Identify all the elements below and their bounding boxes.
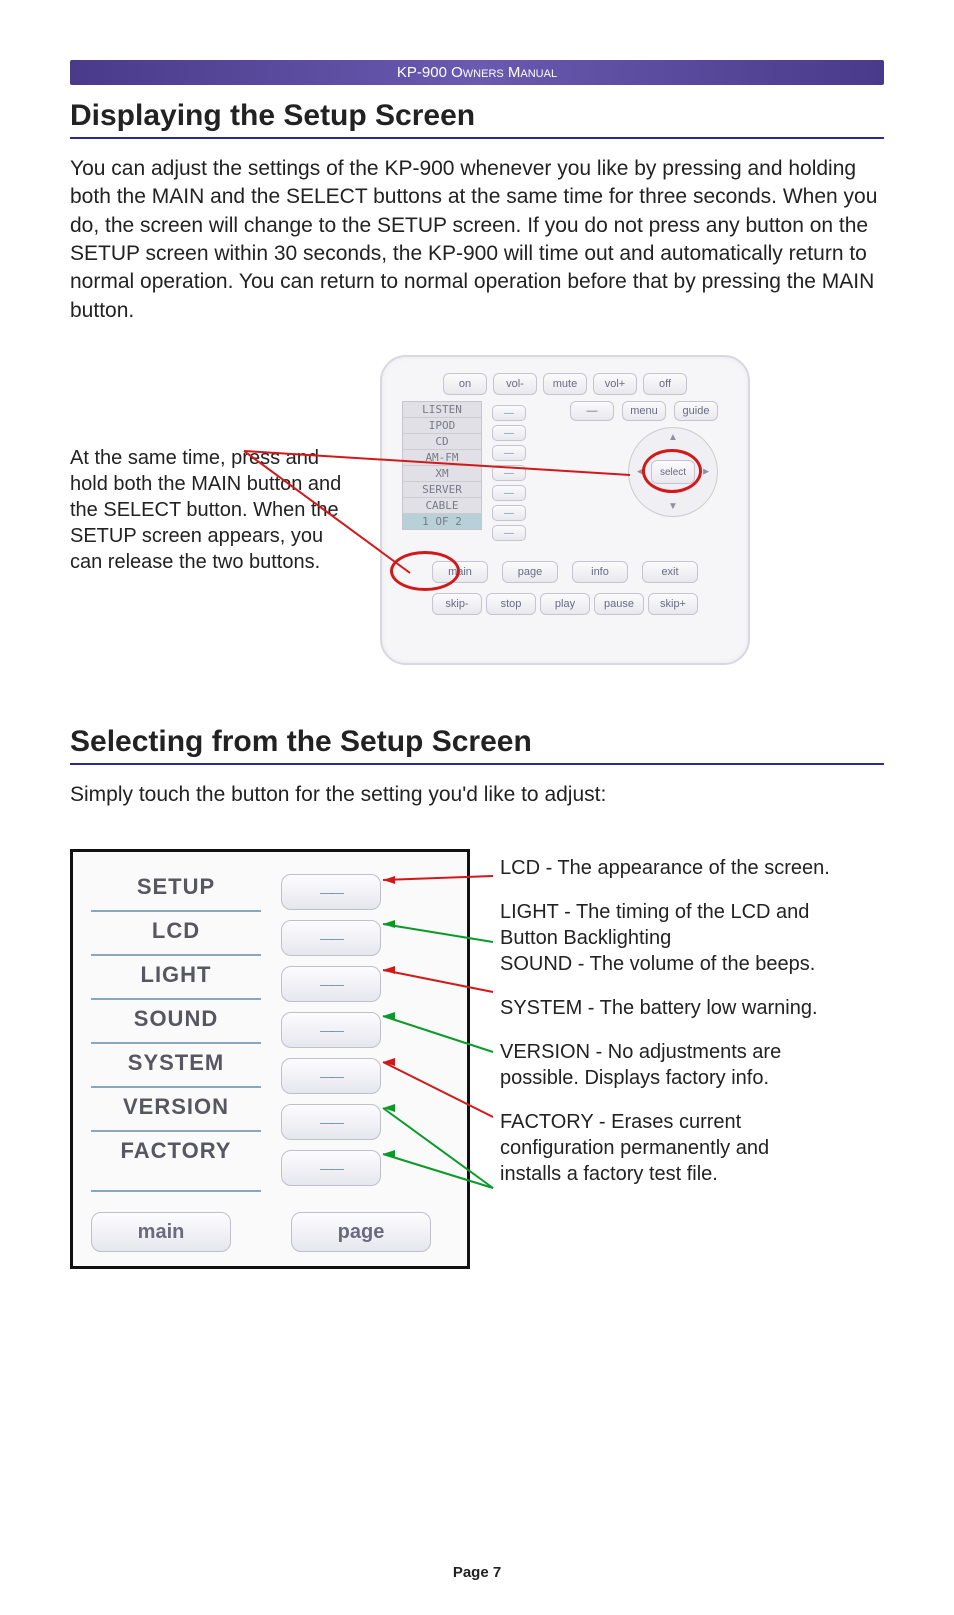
figure1-caption: At the same time, press and hold both th… (70, 445, 360, 575)
pause-button[interactable]: pause (594, 593, 644, 615)
setup-btn-5[interactable] (281, 1058, 381, 1094)
setup-btn-1[interactable] (281, 874, 381, 910)
stop-button[interactable]: stop (486, 593, 536, 615)
menu-button[interactable]: menu (622, 401, 666, 421)
skip-minus-button[interactable]: skip- (432, 593, 482, 615)
src-btn-1[interactable] (492, 405, 526, 421)
info-button[interactable]: info (572, 561, 628, 583)
mid-row: main page info exit (396, 561, 734, 583)
arrow-up-icon[interactable]: ▲ (668, 432, 678, 443)
src-btn-7[interactable] (492, 525, 526, 541)
dash-top[interactable]: — (570, 401, 614, 421)
desc-sound: SOUND - The volume of the beeps. (500, 951, 830, 977)
label-sound: SOUND (91, 998, 261, 1038)
keypad-device: on vol- mute vol+ off LISTEN IPOD CD AM-… (380, 355, 750, 665)
setup-button-column (281, 868, 401, 1192)
src-btn-2[interactable] (492, 425, 526, 441)
setup-main-button[interactable]: main (91, 1212, 231, 1252)
setup-btn-4[interactable] (281, 1012, 381, 1048)
src-btn-6[interactable] (492, 505, 526, 521)
source-cable: CABLE (403, 498, 481, 514)
skip-plus-button[interactable]: skip+ (648, 593, 698, 615)
src-btn-5[interactable] (492, 485, 526, 501)
source-amfm: AM-FM (403, 450, 481, 466)
arrow-left-icon[interactable]: ◄ (635, 467, 645, 478)
manual-header: KP-900 Owners Manual (70, 60, 884, 85)
manual-title: KP-900 Owners Manual (397, 64, 557, 81)
section1-heading: Displaying the Setup Screen (70, 99, 884, 139)
source-server: SERVER (403, 482, 481, 498)
label-system: SYSTEM (91, 1042, 261, 1082)
source-select-column (492, 405, 526, 541)
source-list: LISTEN IPOD CD AM-FM XM SERVER CABLE 1 O… (402, 401, 482, 530)
page-number: Page 7 (0, 1564, 954, 1581)
vol-plus-button[interactable]: vol+ (593, 373, 637, 395)
desc-light: LIGHT - The timing of the LCD and Button… (500, 899, 830, 951)
label-setup: SETUP (91, 868, 261, 906)
source-listen: LISTEN (403, 402, 481, 418)
desc-lcd: LCD - The appearance of the screen. (500, 855, 830, 881)
setup-descriptions: LCD - The appearance of the screen. LIGH… (500, 849, 830, 1269)
on-button[interactable]: on (443, 373, 487, 395)
mute-button[interactable]: mute (543, 373, 587, 395)
src-btn-4[interactable] (492, 465, 526, 481)
arrow-down-icon[interactable]: ▼ (668, 501, 678, 512)
source-xm: XM (403, 466, 481, 482)
label-lcd: LCD (91, 910, 261, 950)
desc-factory: FACTORY - Erases current configuration p… (500, 1109, 830, 1187)
top-row: on vol- mute vol+ off (396, 373, 734, 395)
setup-btn-3[interactable] (281, 966, 381, 1002)
setup-label-column: SETUP LCD LIGHT SOUND SYSTEM VERSION FAC… (91, 868, 261, 1192)
source-page-indicator: 1 OF 2 (403, 514, 481, 529)
vol-minus-button[interactable]: vol- (493, 373, 537, 395)
desc-system: SYSTEM - The battery low warning. (500, 995, 830, 1021)
page-button[interactable]: page (502, 561, 558, 583)
play-button[interactable]: play (540, 593, 590, 615)
setup-screen: SETUP LCD LIGHT SOUND SYSTEM VERSION FAC… (70, 849, 470, 1269)
exit-button[interactable]: exit (642, 561, 698, 583)
label-version: VERSION (91, 1086, 261, 1126)
section2-body: Simply touch the button for the setting … (70, 781, 884, 809)
src-btn-3[interactable] (492, 445, 526, 461)
label-light: LIGHT (91, 954, 261, 994)
section2-heading: Selecting from the Setup Screen (70, 725, 884, 765)
arrow-right-icon[interactable]: ► (701, 467, 711, 478)
setup-btn-6[interactable] (281, 1104, 381, 1140)
source-ipod: IPOD (403, 418, 481, 434)
section1-body: You can adjust the settings of the KP-90… (70, 155, 884, 325)
main-button[interactable]: main (432, 561, 488, 583)
off-button[interactable]: off (643, 373, 687, 395)
guide-button[interactable]: guide (674, 401, 718, 421)
select-button[interactable]: select (651, 460, 695, 484)
desc-version: VERSION - No adjustments are possible. D… (500, 1039, 830, 1091)
bottom-row: skip- stop play pause skip+ (396, 593, 734, 615)
label-factory: FACTORY (91, 1130, 261, 1192)
setup-btn-2[interactable] (281, 920, 381, 956)
source-cd: CD (403, 434, 481, 450)
setup-page-button[interactable]: page (291, 1212, 431, 1252)
setup-btn-7[interactable] (281, 1150, 381, 1186)
dpad[interactable]: select ▲ ▼ ◄ ► (628, 427, 718, 517)
